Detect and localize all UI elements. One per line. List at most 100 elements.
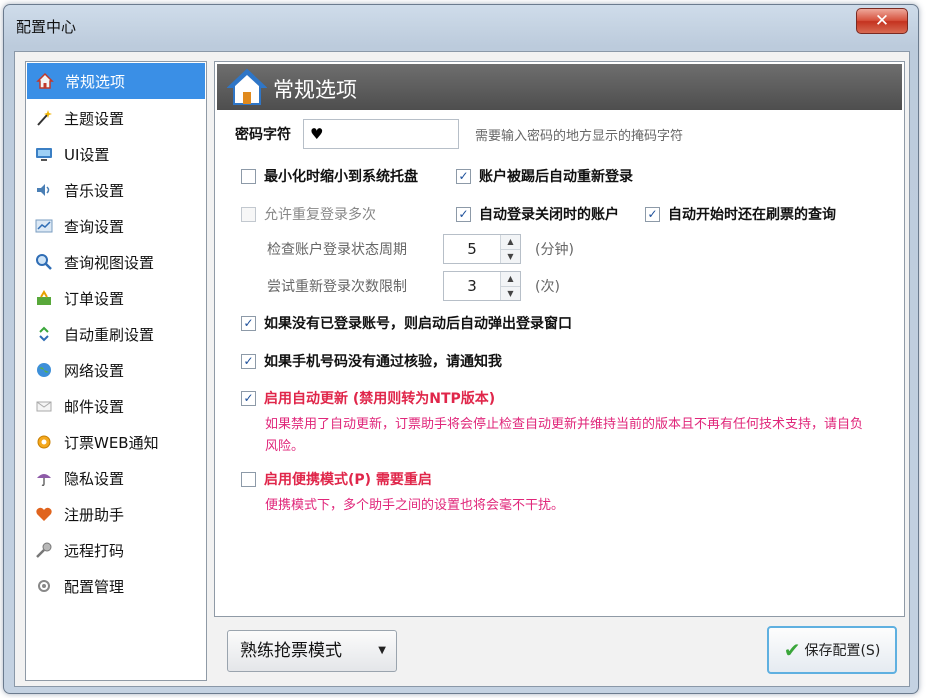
retry-limit-row: 尝试重新登录次数限制 3 ▲ ▼ (次) — [267, 271, 560, 301]
title-bar[interactable]: 配置中心 ✕ — [4, 5, 918, 45]
spin-down-icon[interactable]: ▼ — [501, 248, 520, 263]
close-icon: ✕ — [874, 11, 890, 31]
sidebar: 常规选项 主题设置 UI设置 音乐设置 查询设置 查询视图设置 订单设置 自动重… — [25, 61, 207, 681]
client-area: 常规选项 主题设置 UI设置 音乐设置 查询设置 查询视图设置 订单设置 自动重… — [14, 51, 910, 687]
sidebar-item-web-notify[interactable]: 订票WEB通知 — [26, 424, 206, 460]
option-phone-notify[interactable]: ✓ 如果手机号码没有通过核验，请通知我 — [241, 351, 502, 371]
retry-limit-stepper[interactable]: 3 ▲ ▼ — [443, 271, 521, 301]
sidebar-item-label: 订单设置 — [64, 289, 125, 308]
allow-repeat-checkbox[interactable] — [241, 206, 256, 222]
popup-login-label: 如果没有已登录账号，则启动后自动弹出登录窗口 — [264, 316, 572, 332]
sidebar-item-label: 配置管理 — [64, 577, 125, 596]
notification-icon — [34, 432, 54, 452]
magic-wand-icon — [34, 108, 54, 128]
sidebar-item-label: 查询设置 — [64, 217, 125, 236]
retry-limit-value[interactable]: 3 — [444, 272, 500, 300]
mail-icon — [34, 396, 54, 416]
password-hint: 需要输入密码的地方显示的掩码字符 — [475, 128, 684, 144]
check-icon: ✔ — [783, 638, 801, 662]
sidebar-item-label: 注册助手 — [64, 505, 125, 524]
sidebar-item-label: 网络设置 — [64, 361, 125, 380]
portable-note: 便携模式下，多个助手之间的设置也将会毫不干扰。 — [265, 498, 565, 513]
close-button[interactable]: ✕ — [856, 8, 908, 34]
auto-update-label: 启用自动更新 (禁用则转为NTP版本) — [264, 391, 496, 407]
sidebar-item-label: 音乐设置 — [64, 181, 125, 200]
auto-login-closed-label: 自动登录关闭时的账户 — [479, 207, 619, 223]
sidebar-item-ui[interactable]: UI设置 — [26, 136, 206, 172]
sidebar-item-label: 订票WEB通知 — [64, 433, 159, 452]
config-window: 配置中心 ✕ 常规选项 主题设置 UI设置 音乐设置 查询设置 查询视图设置 订… — [3, 4, 919, 694]
minimize-checkbox[interactable] — [241, 168, 256, 184]
save-button[interactable]: ✔ 保存配置(S) — [767, 626, 897, 674]
mode-select[interactable]: 熟练抢票模式 ▼ — [227, 630, 397, 672]
spin-down-icon[interactable]: ▼ — [501, 285, 520, 300]
auto-start-query-label: 自动开始时还在刷票的查询 — [668, 207, 836, 223]
home-icon — [35, 71, 55, 91]
option-auto-login-closed[interactable]: ✓ 自动登录关闭时的账户 — [456, 204, 619, 224]
magnifier-icon — [34, 252, 54, 272]
phone-notify-label: 如果手机号码没有通过核验，请通知我 — [264, 354, 502, 370]
auto-update-checkbox[interactable]: ✓ — [241, 390, 256, 406]
sidebar-item-general[interactable]: 常规选项 — [27, 63, 205, 99]
sidebar-item-auto-refresh[interactable]: 自动重刷设置 — [26, 316, 206, 352]
option-auto-start-query[interactable]: ✓ 自动开始时还在刷票的查询 — [645, 204, 836, 224]
sidebar-item-remote-captcha[interactable]: 远程打码 — [26, 532, 206, 568]
save-button-label: 保存配置(S) — [804, 643, 881, 659]
globe-icon — [34, 360, 54, 380]
sidebar-item-label: 主题设置 — [64, 109, 125, 128]
option-portable[interactable]: 启用便携模式(P) 需要重启 — [241, 469, 432, 489]
option-allow-repeat[interactable]: 允许重复登录多次 — [241, 204, 376, 224]
sidebar-item-label: 常规选项 — [65, 72, 126, 91]
check-period-label: 检查账户登录状态周期 — [267, 242, 407, 258]
window-title: 配置中心 — [16, 18, 77, 36]
content-header: 常规选项 — [217, 64, 902, 110]
monitor-icon — [34, 144, 54, 164]
allow-repeat-label: 允许重复登录多次 — [264, 207, 376, 223]
check-period-unit: (分钟) — [535, 242, 574, 258]
spin-up-icon[interactable]: ▲ — [501, 235, 520, 249]
home-icon — [226, 67, 268, 107]
sidebar-item-query-view[interactable]: 查询视图设置 — [26, 244, 206, 280]
auto-update-note: 如果禁用了自动更新，订票助手将会停止检查自动更新并维持当前的版本且不再有任何技术… — [265, 417, 864, 454]
check-period-stepper[interactable]: 5 ▲ ▼ — [443, 234, 521, 264]
key-icon — [34, 540, 54, 560]
option-auto-update[interactable]: ✓ 启用自动更新 (禁用则转为NTP版本) — [241, 388, 495, 408]
sidebar-item-music[interactable]: 音乐设置 — [26, 172, 206, 208]
portable-label: 启用便携模式(P) 需要重启 — [264, 472, 432, 488]
option-relogin-kicked[interactable]: ✓ 账户被踢后自动重新登录 — [456, 166, 633, 186]
sidebar-item-network[interactable]: 网络设置 — [26, 352, 206, 388]
chevron-down-icon: ▼ — [378, 645, 386, 656]
password-label: 密码字符 — [235, 127, 291, 143]
sidebar-item-mail[interactable]: 邮件设置 — [26, 388, 206, 424]
sidebar-item-label: 自动重刷设置 — [64, 325, 155, 344]
password-char-input[interactable] — [303, 119, 459, 149]
retry-limit-label: 尝试重新登录次数限制 — [267, 279, 407, 295]
check-period-value[interactable]: 5 — [444, 235, 500, 263]
retry-limit-unit: (次) — [535, 279, 560, 295]
relogin-kicked-checkbox[interactable]: ✓ — [456, 168, 471, 184]
relogin-kicked-label: 账户被踢后自动重新登录 — [479, 169, 633, 185]
umbrella-icon — [34, 468, 54, 488]
option-popup-login[interactable]: ✓ 如果没有已登录账号，则启动后自动弹出登录窗口 — [241, 313, 572, 333]
sidebar-item-label: 查询视图设置 — [64, 253, 155, 272]
auto-login-closed-checkbox[interactable]: ✓ — [456, 206, 471, 222]
mode-select-value: 熟练抢票模式 — [240, 641, 342, 661]
sidebar-item-query[interactable]: 查询设置 — [26, 208, 206, 244]
minimize-label: 最小化时缩小到系统托盘 — [264, 169, 418, 185]
auto-start-query-checkbox[interactable]: ✓ — [645, 206, 660, 222]
option-minimize[interactable]: 最小化时缩小到系统托盘 — [241, 166, 418, 186]
check-period-row: 检查账户登录状态周期 5 ▲ ▼ (分钟) — [267, 234, 574, 264]
sidebar-item-privacy[interactable]: 隐私设置 — [26, 460, 206, 496]
sidebar-item-register[interactable]: 注册助手 — [26, 496, 206, 532]
spin-up-icon[interactable]: ▲ — [501, 272, 520, 286]
sidebar-item-config-manage[interactable]: 配置管理 — [26, 568, 206, 604]
phone-notify-checkbox[interactable]: ✓ — [241, 353, 256, 369]
portable-checkbox[interactable] — [241, 471, 256, 487]
password-row: 密码字符 需要输入密码的地方显示的掩码字符 — [235, 119, 683, 149]
popup-login-checkbox[interactable]: ✓ — [241, 315, 256, 331]
speaker-icon — [34, 180, 54, 200]
sidebar-item-theme[interactable]: 主题设置 — [26, 100, 206, 136]
sidebar-item-order[interactable]: 订单设置 — [26, 280, 206, 316]
sidebar-item-label: 远程打码 — [64, 541, 125, 560]
cart-icon — [34, 288, 54, 308]
